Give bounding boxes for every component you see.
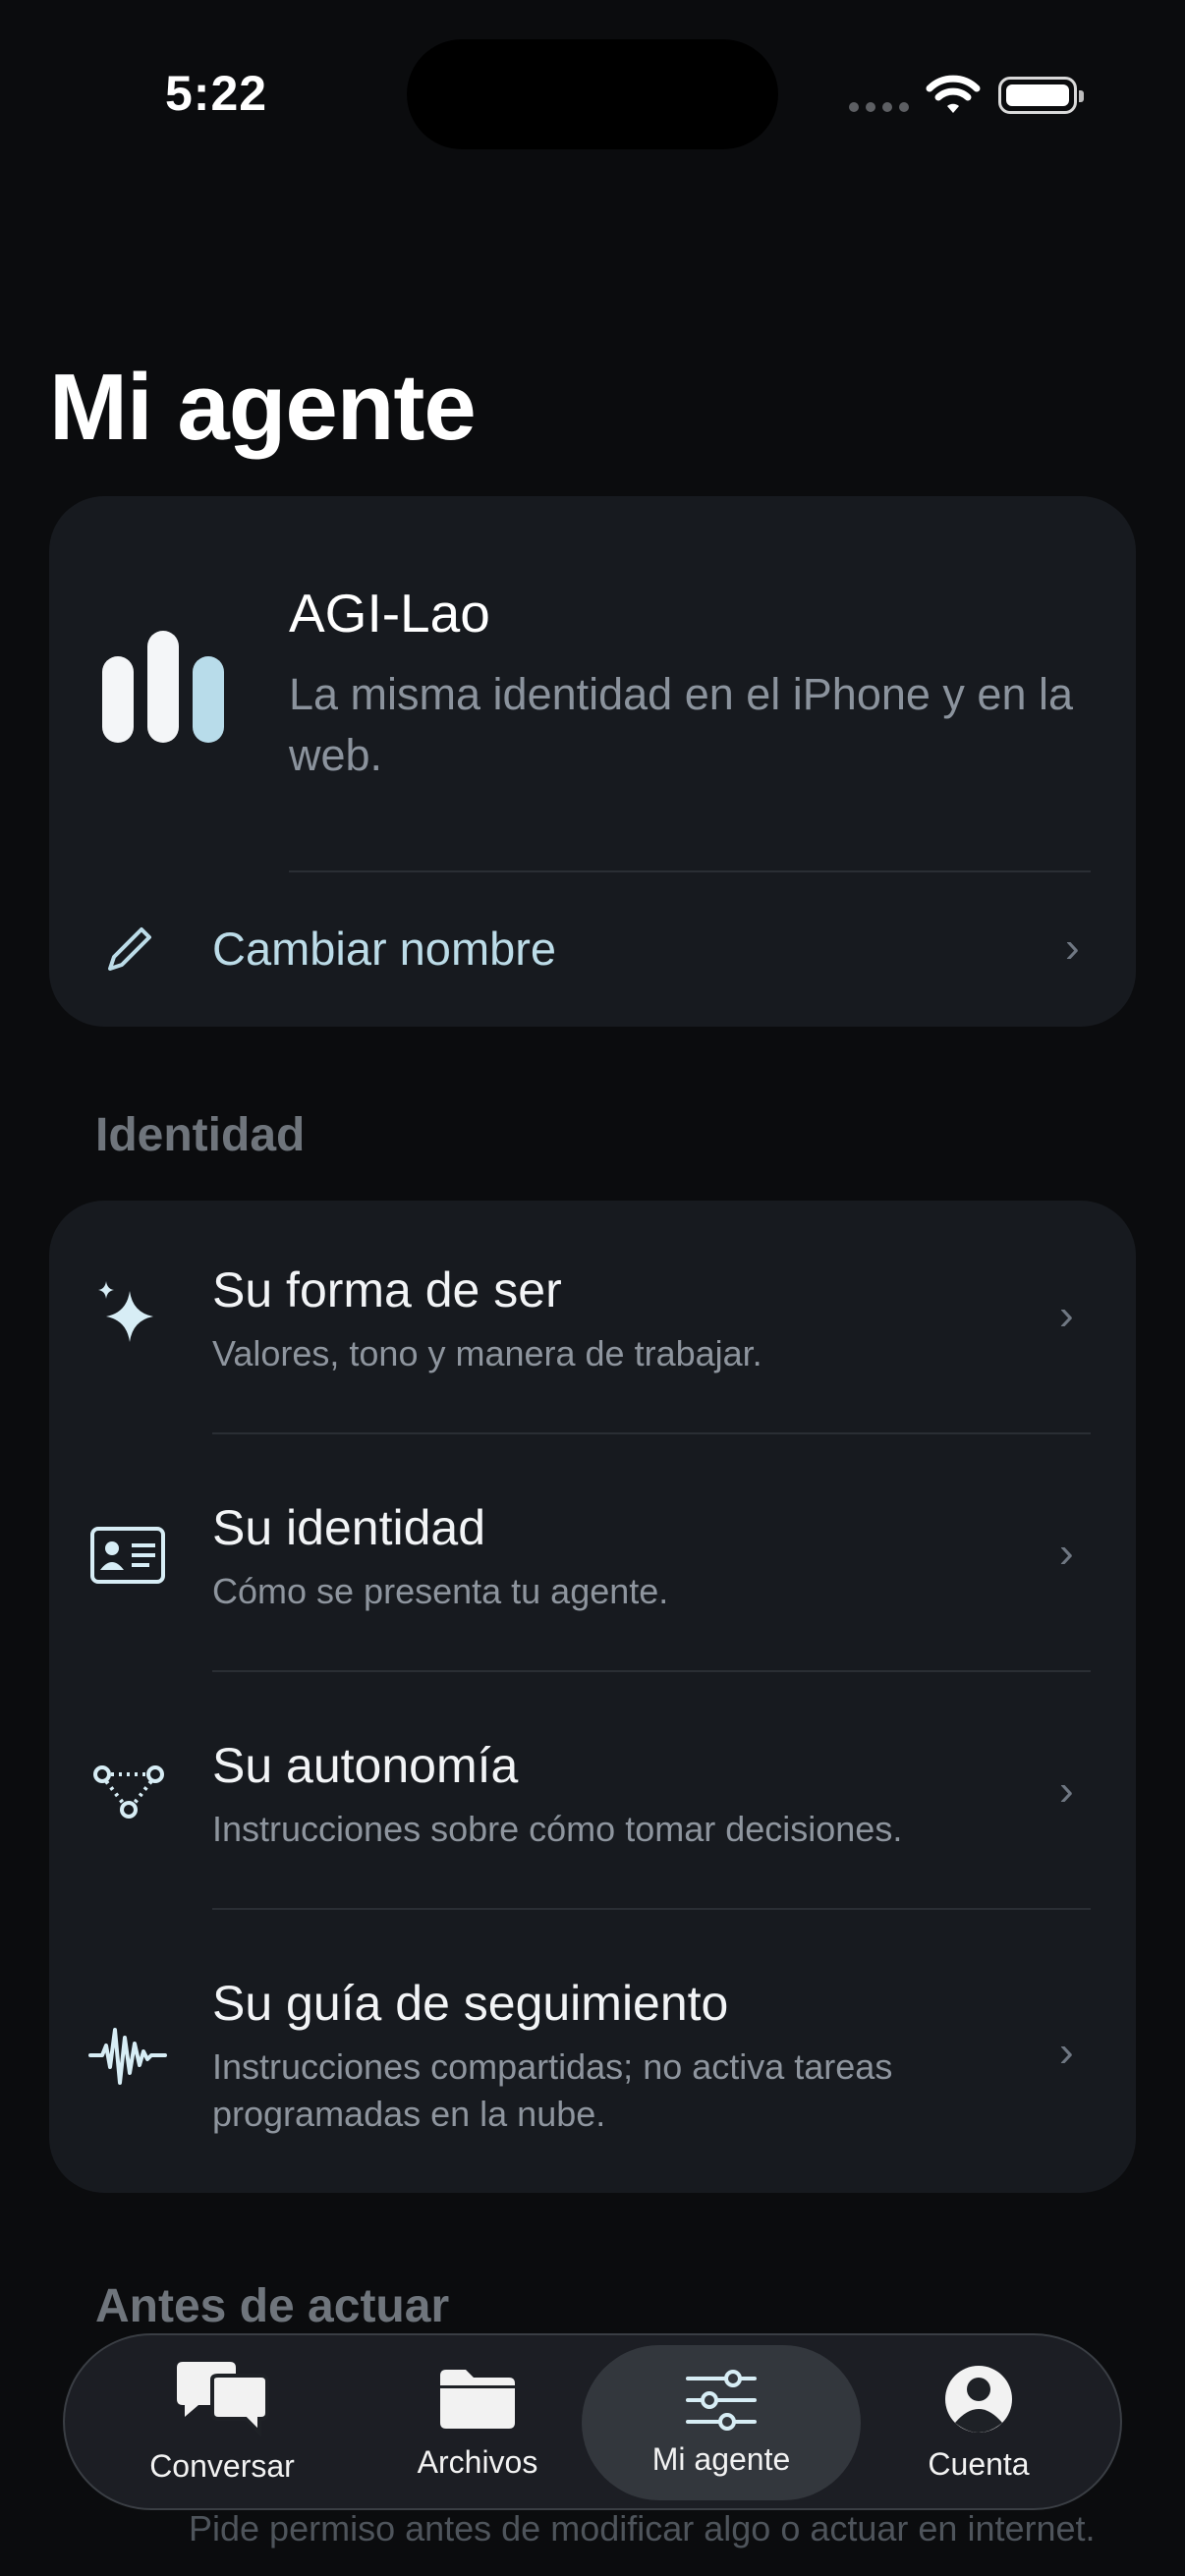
item-title: Su identidad [212, 1500, 486, 1555]
id-card-icon [90, 1527, 165, 1584]
tab-cuenta[interactable]: Cuenta [871, 2335, 1087, 2508]
section-title-identity: Identidad [95, 1109, 306, 1161]
chevron-right-icon: › [1059, 2028, 1074, 2076]
folder-icon [440, 2369, 515, 2429]
divider [212, 1432, 1091, 1434]
chevron-right-icon: › [1059, 1766, 1074, 1815]
item-title: Su guía de seguimiento [212, 1976, 729, 2031]
agent-logo-icon [102, 631, 224, 743]
sliders-icon [686, 2369, 757, 2431]
waveform-icon [88, 2028, 167, 2085]
pencil-icon [108, 927, 151, 971]
nodes-icon [93, 1765, 164, 1819]
tab-archivos[interactable]: Archivos [360, 2335, 595, 2508]
agent-description: La misma identidad en el iPhone y en la … [289, 669, 1074, 780]
rename-label: Cambiar nombre [212, 923, 557, 975]
chevron-right-icon: › [1065, 924, 1080, 972]
item-subtitle: Valores, tono y manera de trabajar. [212, 1333, 762, 1373]
chevron-right-icon: › [1059, 1291, 1074, 1339]
divider [212, 1670, 1091, 1672]
item-subtitle: Instrucciones compartidas; no activa tar… [212, 2046, 893, 2134]
wifi-icon [926, 75, 981, 113]
chat-bubbles-icon [177, 2361, 269, 2437]
section-title-before-acting: Antes de actuar [95, 2280, 450, 2332]
tab-bar: Conversar Archivos Mi agente Cuenta [63, 2333, 1122, 2510]
item-subtitle: Cómo se presenta tu agente. [212, 1571, 669, 1611]
divider [212, 1908, 1091, 1910]
tab-label: Archivos [417, 2443, 538, 2480]
tab-label: Conversar [149, 2447, 295, 2484]
divider [289, 870, 1091, 872]
tab-label: Cuenta [928, 2445, 1030, 2482]
status-time: 5:22 [165, 66, 268, 121]
sparkles-icon [98, 1281, 153, 1342]
chevron-right-icon: › [1059, 1529, 1074, 1577]
person-circle-icon [945, 2365, 1012, 2433]
tab-conversar[interactable]: Conversar [104, 2335, 340, 2508]
before-acting-description: Pide permiso antes de modificar algo o a… [189, 2508, 1096, 2548]
item-title: Su autonomía [212, 1738, 519, 1793]
page-title: Mi agente [49, 355, 477, 460]
identity-item-personality[interactable] [49, 1218, 1136, 1434]
cellular-signal-icon [849, 102, 909, 112]
item-subtitle: Instrucciones sobre cómo tomar decisione… [212, 1809, 903, 1849]
tab-label: Mi agente [651, 2440, 791, 2477]
agent-name: AGI-Lao [289, 583, 490, 644]
item-title: Su forma de ser [212, 1262, 562, 1317]
battery-icon [998, 77, 1084, 114]
tab-mi-agente[interactable]: Mi agente [582, 2345, 861, 2500]
dynamic-island [407, 39, 778, 149]
